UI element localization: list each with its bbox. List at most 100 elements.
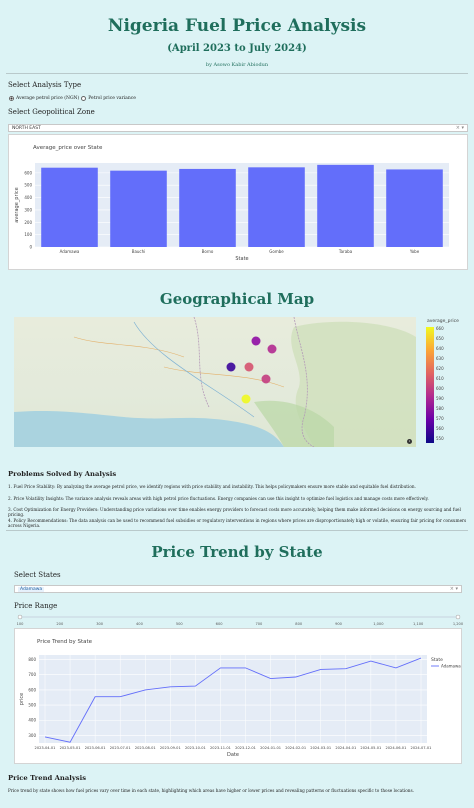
slider-tick-label: 900: [335, 622, 343, 626]
slider-tick-label: 800: [295, 622, 303, 626]
bar: [386, 169, 443, 247]
colorbar-tick-label: 610: [436, 376, 444, 381]
trend-summary-title: Price Trend Analysis: [8, 774, 87, 782]
slider-tick-label: 1,000: [373, 622, 384, 626]
x-tick-label: 2024-03-01: [310, 746, 331, 750]
colorbar-tick-label: 580: [436, 406, 444, 411]
bar: [179, 168, 236, 247]
trend-chart-card: Price Trend by State 300 400 500 600 700 800 2…: [14, 628, 462, 764]
x-tick-label: 2024-05-01: [360, 746, 381, 750]
slider-handle-max: [455, 614, 461, 620]
map-point-adamawa: [261, 374, 271, 384]
x-tick-label: 2023-10-01: [185, 746, 206, 750]
analysis-type-label: Select Analysis Type: [8, 81, 82, 89]
map-point-taraba: [241, 394, 251, 404]
problem-item: 3. Cost Optimization for Energy Provider…: [8, 507, 461, 517]
x-tick-label: 2024-01-01: [260, 746, 281, 750]
y-tick-label: 400: [24, 195, 32, 200]
chevron-down-icon[interactable]: × ▾: [450, 586, 458, 593]
radio-price-variance[interactable]: [81, 96, 87, 101]
y-tick-label: 100: [24, 232, 32, 237]
slider-tick-label: 200: [56, 622, 64, 626]
y-tick-label: 600: [28, 687, 36, 692]
states-multiselect[interactable]: Adamawa × ▾: [14, 585, 462, 593]
x-tick-label: 2024-07-01: [411, 746, 432, 750]
x-tick-label: Taraba: [338, 249, 353, 254]
y-tick-label: 500: [24, 183, 32, 188]
problem-item: 4. Policy Recommendations: The data anal…: [8, 518, 467, 528]
x-tick-label: Gombe: [269, 249, 284, 254]
border-line: [193, 317, 210, 408]
colorbar-tick-label: 560: [436, 426, 444, 431]
map-point-bauchi: [251, 336, 261, 346]
divider: [6, 73, 468, 74]
divider: [6, 530, 468, 531]
y-tick-label: 400: [28, 718, 36, 723]
selected-state-chip[interactable]: Adamawa: [18, 587, 45, 592]
x-tick-label: Adamawa: [60, 249, 80, 254]
slider-tick-label: 300: [96, 622, 104, 626]
bar: [110, 170, 167, 247]
y-tick-label: 300: [24, 207, 32, 212]
road-line: [73, 336, 185, 358]
radio-average-price[interactable]: [9, 96, 14, 101]
page-subtitle: (April 2023 to July 2024): [167, 43, 307, 54]
map-base: [14, 317, 416, 447]
x-tick-label: 2024-04-01: [335, 746, 356, 750]
slider-tick-label: 500: [176, 622, 184, 626]
y-tick-label: 700: [28, 672, 36, 677]
info-icon[interactable]: i: [407, 439, 412, 444]
problems-title: Problems Solved by Analysis: [8, 470, 117, 478]
x-tick-label: 2024-02-01: [285, 746, 306, 750]
zone-dropdown[interactable]: NORTH EAST × ▾: [8, 124, 468, 132]
y-tick-label: 200: [24, 220, 32, 225]
slider-handle-min: [17, 614, 23, 620]
map-point-borno: [267, 344, 277, 354]
x-tick-label: 2023-05-01: [60, 746, 81, 750]
geographical-map[interactable]: i: [14, 317, 416, 447]
zone-dropdown-value: NORTH EAST: [12, 126, 41, 131]
y-tick-label: 0: [29, 245, 32, 250]
slider-tick-label: 1,100: [413, 622, 424, 626]
price-range-slider[interactable]: 100 200 300 400 500 600 700 800 900 1,000 1,100 1,2…: [14, 614, 464, 628]
map-point-gombe: [244, 362, 254, 372]
x-tick-label: 2023-04-01: [35, 746, 56, 750]
y-axis-label: average_price: [14, 187, 20, 222]
slider-tick-label: 1,200: [453, 622, 464, 626]
legend-item: Adamawa: [441, 664, 461, 669]
trend-line-chart: 300 400 500 600 700 800 2023-04-01 2023-05-01 20…: [19, 655, 461, 758]
colorbar-tick-label: 650: [436, 336, 444, 341]
states-label: Select States: [14, 571, 61, 579]
colorbar-tick-label: 630: [436, 356, 444, 361]
y-tick-label: 800: [28, 657, 36, 662]
x-tick-label: Yobe: [409, 249, 420, 254]
zone-label: Select Geopolitical Zone: [8, 108, 95, 116]
colorbar-tick-label: 600: [436, 386, 444, 391]
y-tick-label: 300: [28, 733, 36, 738]
river-line: [133, 321, 255, 418]
slider-tick-label: 400: [136, 622, 144, 626]
x-tick-label: Bauchi: [132, 249, 146, 254]
x-tick-label: Borno: [202, 249, 214, 254]
x-tick-label: 2023-06-01: [85, 746, 106, 750]
bar-chart-card: Average_price over State 0 100 200 300 400 50…: [8, 134, 468, 270]
bar: [41, 167, 98, 247]
page-title: Nigeria Fuel Price Analysis: [107, 16, 367, 36]
x-tick-label: 2023-08-01: [135, 746, 156, 750]
radio-price-variance-label: Petrol price variance: [88, 96, 136, 101]
map-section-title: Geographical Map: [159, 290, 315, 308]
price-range-label: Price Range: [14, 602, 58, 610]
colorbar-title: average_price: [427, 319, 459, 324]
x-tick-label: 2023-09-01: [160, 746, 181, 750]
chevron-down-icon[interactable]: × ▾: [456, 125, 464, 132]
colorbar-tick-label: 550: [436, 436, 444, 441]
x-tick-label: 2023-07-01: [110, 746, 131, 750]
colorbar-tick-label: 620: [436, 366, 444, 371]
colorbar-tick-label: 590: [436, 396, 444, 401]
trend-section-title: Price Trend by State: [151, 543, 323, 561]
radio-average-price-label: Average petrol price (NGN): [16, 96, 80, 101]
slider-tick-label: 600: [216, 622, 224, 626]
x-tick-label: 2024-06-01: [385, 746, 406, 750]
ocean-shape: [14, 410, 284, 447]
legend-title: State: [431, 657, 443, 663]
